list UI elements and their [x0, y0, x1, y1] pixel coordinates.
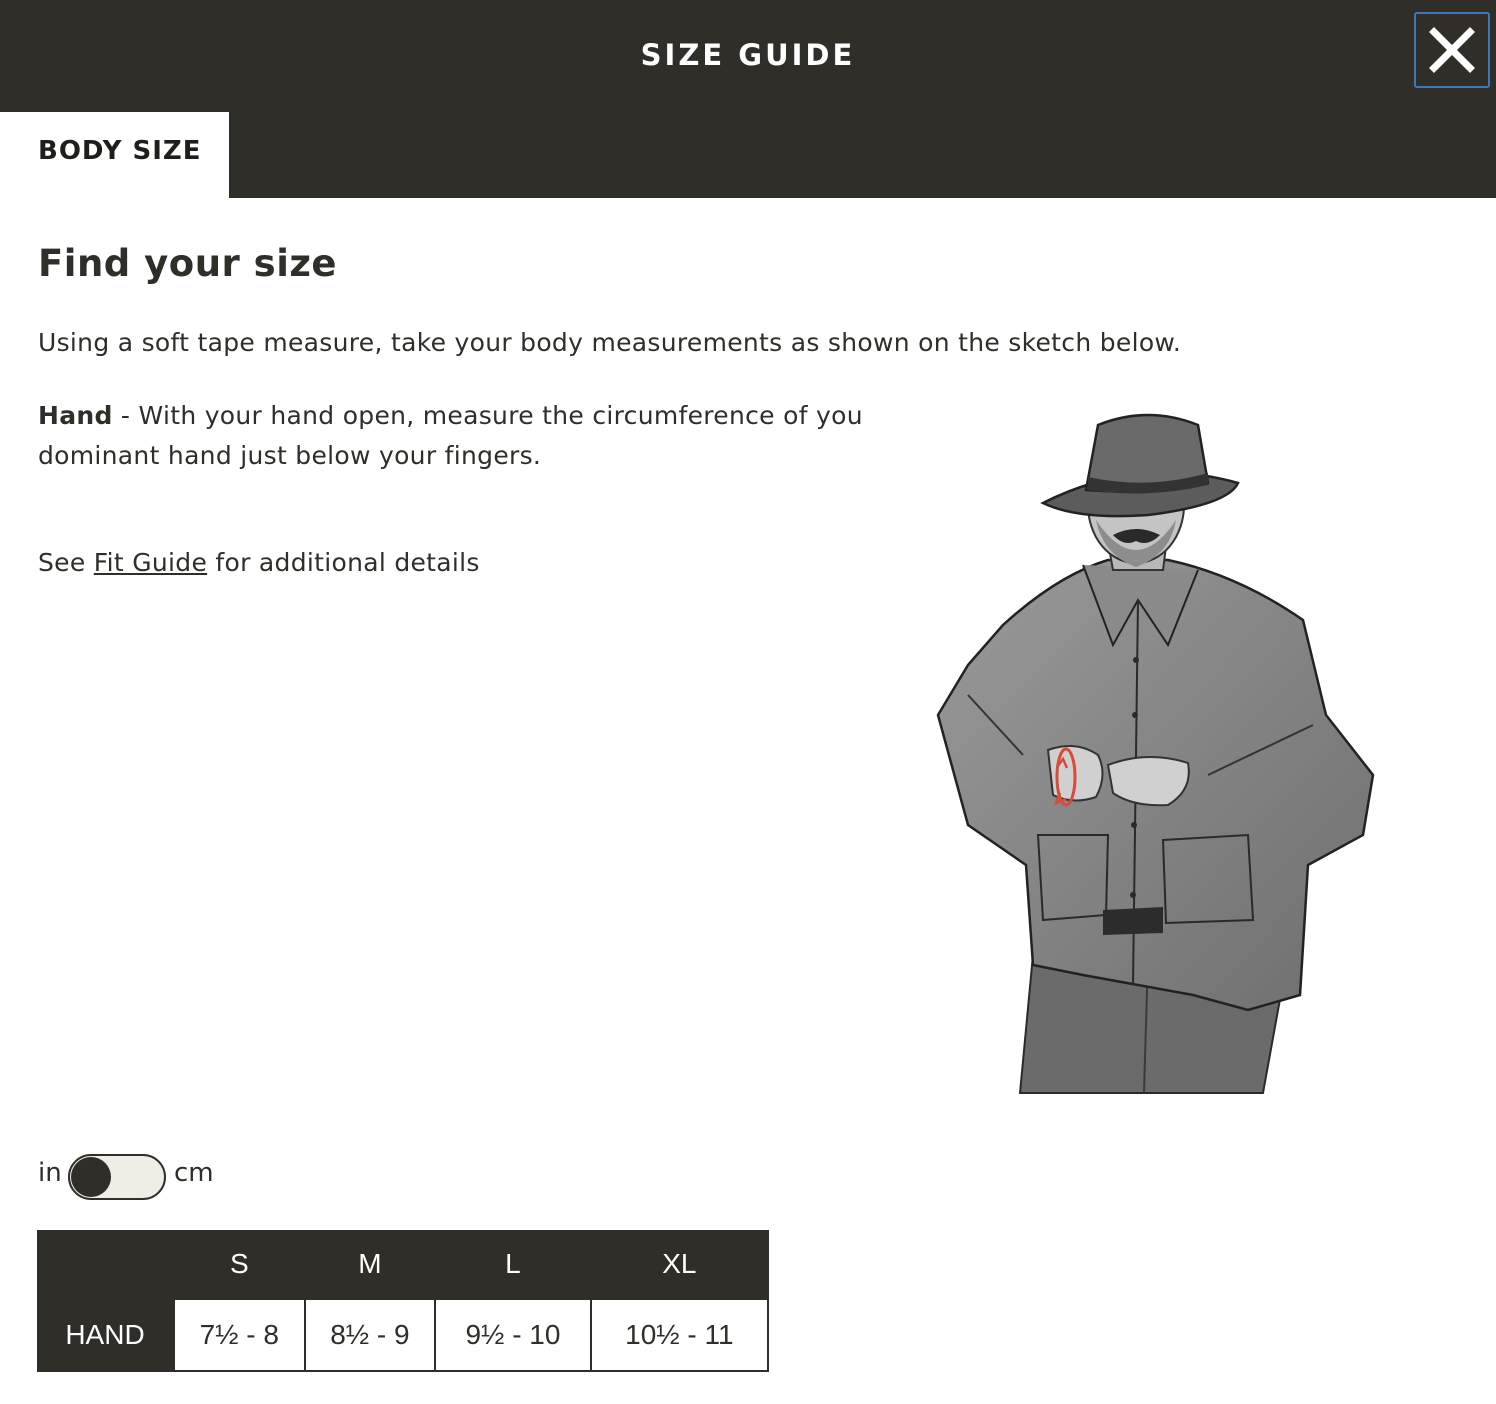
unit-in-label[interactable]: in — [38, 1158, 62, 1188]
row-header-hand: HAND — [65, 1319, 145, 1350]
hand-label: Hand — [38, 401, 113, 430]
table-cell: 8½ - 9 — [303, 1298, 437, 1372]
tab-body-size[interactable]: BODY SIZE — [0, 112, 229, 200]
column-header-l: L — [505, 1248, 521, 1279]
table-corner-cell — [37, 1230, 174, 1299]
unit-toggle[interactable] — [68, 1154, 166, 1200]
table-cell: 9½ - 10 — [434, 1298, 592, 1372]
unit-cm-label[interactable]: cm — [174, 1158, 214, 1188]
table-header-row: S M L XL — [37, 1230, 768, 1299]
close-icon — [1429, 27, 1475, 73]
modal-title: SIZE GUIDE — [640, 38, 856, 72]
size-table: S M L XL HAND 7½ - 8 8½ - 9 9½ - 10 10½ … — [37, 1230, 770, 1372]
fit-guide-line: See Fit Guide for additional details — [38, 548, 480, 577]
intro-text: Using a soft tape measure, take your bod… — [38, 328, 1182, 357]
close-button[interactable] — [1414, 12, 1490, 88]
table-row: HAND 7½ - 8 8½ - 9 9½ - 10 10½ - 11 — [37, 1298, 770, 1372]
hand-measurement-illustration — [936, 413, 1375, 1094]
fit-suffix: for additional details — [207, 548, 480, 577]
column-header-s: S — [229, 1248, 249, 1279]
modal-header: SIZE GUIDE BODY SIZE — [0, 0, 1496, 200]
toggle-knob — [71, 1157, 111, 1197]
column-header-m: M — [358, 1248, 382, 1279]
fit-prefix: See — [38, 548, 94, 577]
hand-text: - With your hand open, measure the circu… — [38, 401, 863, 470]
column-header-xl: XL — [662, 1248, 697, 1279]
page-title: Find your size — [38, 242, 338, 285]
table-cell: 10½ - 11 — [589, 1298, 770, 1372]
table-cell: 7½ - 8 — [173, 1298, 306, 1372]
hand-description: Hand - With your hand open, measure the … — [38, 396, 898, 476]
fit-guide-link[interactable]: Fit Guide — [94, 548, 207, 577]
